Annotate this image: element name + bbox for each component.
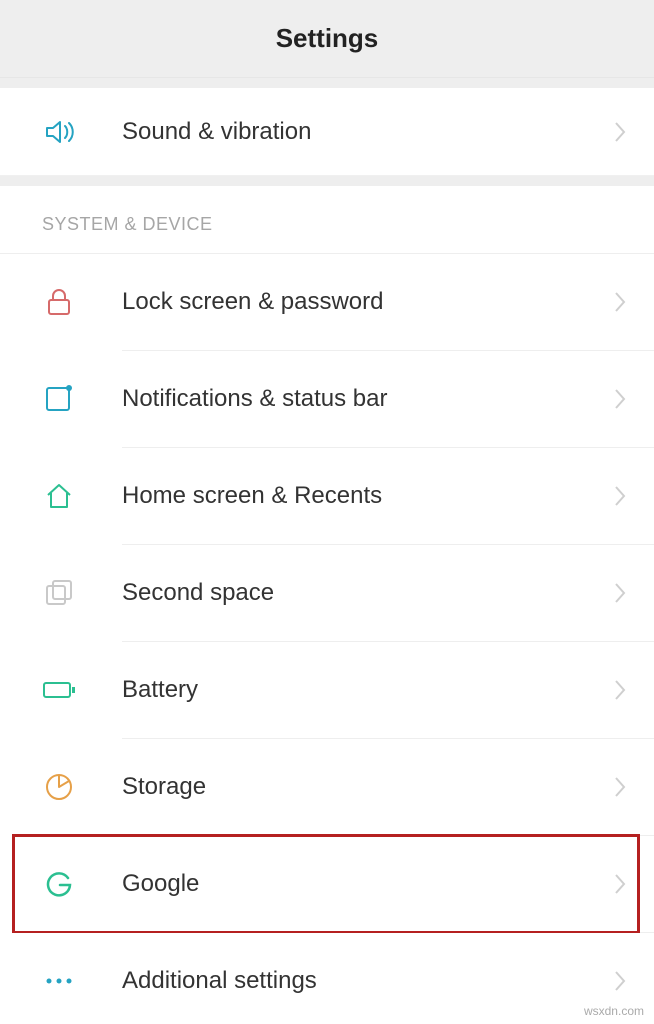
chevron-right-icon [610, 485, 630, 507]
settings-item-google[interactable]: Google [0, 836, 654, 932]
chevron-right-icon [610, 388, 630, 410]
settings-item-label: Sound & vibration [122, 118, 610, 146]
settings-item-sound[interactable]: Sound & vibration [0, 88, 654, 176]
storage-icon [42, 772, 76, 802]
section-gap [0, 78, 654, 88]
settings-item-notifications[interactable]: Notifications & status bar [0, 351, 654, 447]
second-space-icon [42, 578, 76, 608]
more-icon [42, 976, 76, 986]
chevron-right-icon [610, 776, 630, 798]
chevron-right-icon [610, 970, 630, 992]
settings-item-label: Additional settings [122, 967, 610, 995]
settings-item-additional[interactable]: Additional settings [0, 933, 654, 1024]
section-header-system: SYSTEM & DEVICE [0, 186, 654, 254]
google-icon [42, 869, 76, 899]
settings-item-home[interactable]: Home screen & Recents [0, 448, 654, 544]
lock-icon [42, 287, 76, 317]
notifications-icon [42, 384, 76, 414]
settings-item-battery[interactable]: Battery [0, 642, 654, 738]
app-header: Settings [0, 0, 654, 78]
home-icon [42, 481, 76, 511]
chevron-right-icon [610, 679, 630, 701]
settings-item-label: Home screen & Recents [122, 482, 610, 510]
settings-item-label: Second space [122, 579, 610, 607]
settings-item-label: Lock screen & password [122, 288, 610, 316]
chevron-right-icon [610, 121, 630, 143]
chevron-right-icon [610, 873, 630, 895]
settings-item-label: Storage [122, 773, 610, 801]
settings-item-lock[interactable]: Lock screen & password [0, 254, 654, 350]
watermark: wsxdn.com [584, 1004, 644, 1018]
chevron-right-icon [610, 582, 630, 604]
settings-item-label: Google [122, 870, 610, 898]
chevron-right-icon [610, 291, 630, 313]
battery-icon [42, 679, 76, 701]
page-title: Settings [276, 23, 379, 54]
settings-item-label: Notifications & status bar [122, 385, 610, 413]
settings-item-storage[interactable]: Storage [0, 739, 654, 835]
settings-item-second-space[interactable]: Second space [0, 545, 654, 641]
section-gap [0, 176, 654, 186]
sound-icon [42, 116, 76, 148]
settings-item-label: Battery [122, 676, 610, 704]
